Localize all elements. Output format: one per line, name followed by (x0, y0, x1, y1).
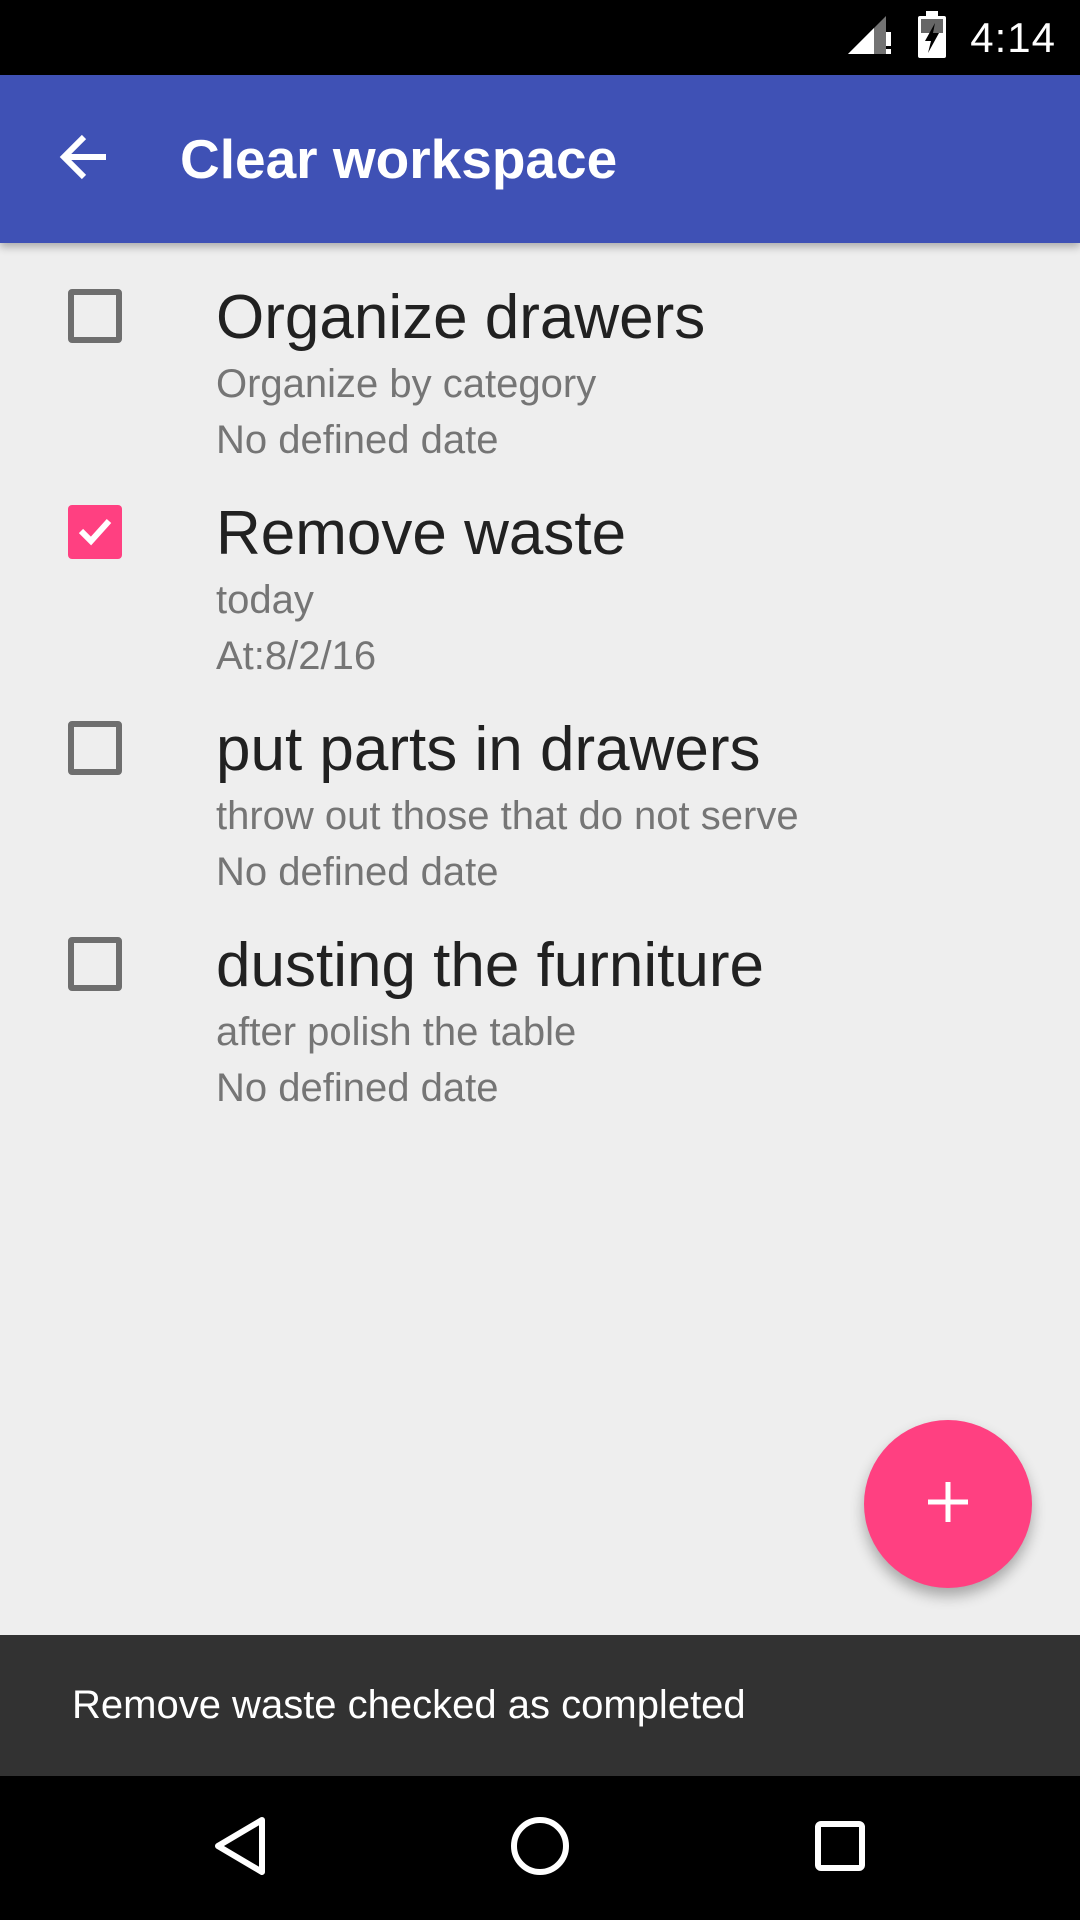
status-icons: 4:14 (846, 0, 1056, 75)
snackbar-text: Remove waste checked as completed (72, 1683, 746, 1727)
navigation-bar (0, 1776, 1080, 1920)
list-item[interactable]: Organize drawers Organize by category No… (0, 260, 1080, 476)
list-item[interactable]: Remove waste today At:8/2/16 (0, 476, 1080, 692)
task-subtitle: Organize by category (216, 362, 597, 406)
recents-square-icon (810, 1816, 870, 1881)
nav-home-button[interactable] (490, 1798, 590, 1898)
task-title: Remove waste (216, 499, 627, 568)
back-triangle-icon (210, 1814, 270, 1883)
task-date: At:8/2/16 (216, 634, 377, 678)
arrow-back-icon (58, 131, 110, 188)
add-task-button[interactable] (864, 1420, 1032, 1588)
list-item[interactable]: put parts in drawers throw out those tha… (0, 692, 1080, 908)
plus-icon (924, 1478, 972, 1531)
task-date: No defined date (216, 1066, 499, 1110)
home-circle-icon (508, 1814, 572, 1883)
task-subtitle: today (216, 578, 314, 622)
task-subtitle: throw out those that do not serve (216, 794, 799, 838)
task-subtitle: after polish the table (216, 1010, 577, 1054)
battery-charging-icon (916, 11, 948, 64)
status-bar: 4:14 (0, 0, 1080, 75)
task-checkbox[interactable] (68, 289, 122, 343)
task-date: No defined date (216, 418, 499, 462)
list-item[interactable]: dusting the furniture after polish the t… (0, 908, 1080, 1124)
task-list: Organize drawers Organize by category No… (0, 260, 1080, 1124)
task-checkbox[interactable] (68, 721, 122, 775)
nav-back-button[interactable] (190, 1798, 290, 1898)
task-title: Organize drawers (216, 283, 706, 352)
signal-no-data-icon (846, 14, 894, 61)
back-button[interactable] (36, 111, 132, 207)
snackbar: Remove waste checked as completed (0, 1635, 1080, 1776)
nav-recents-button[interactable] (790, 1798, 890, 1898)
task-title: put parts in drawers (216, 715, 761, 784)
page-title: Clear workspace (180, 128, 618, 190)
app-bar: Clear workspace (0, 75, 1080, 243)
task-date: No defined date (216, 850, 499, 894)
check-icon (75, 510, 115, 555)
task-checkbox[interactable] (68, 937, 122, 991)
status-time: 4:14 (970, 13, 1056, 61)
task-checkbox-checked[interactable] (68, 505, 122, 559)
screen: 4:14 Clear workspace Organize drawers Or… (0, 0, 1080, 1920)
task-title: dusting the furniture (216, 931, 765, 1000)
